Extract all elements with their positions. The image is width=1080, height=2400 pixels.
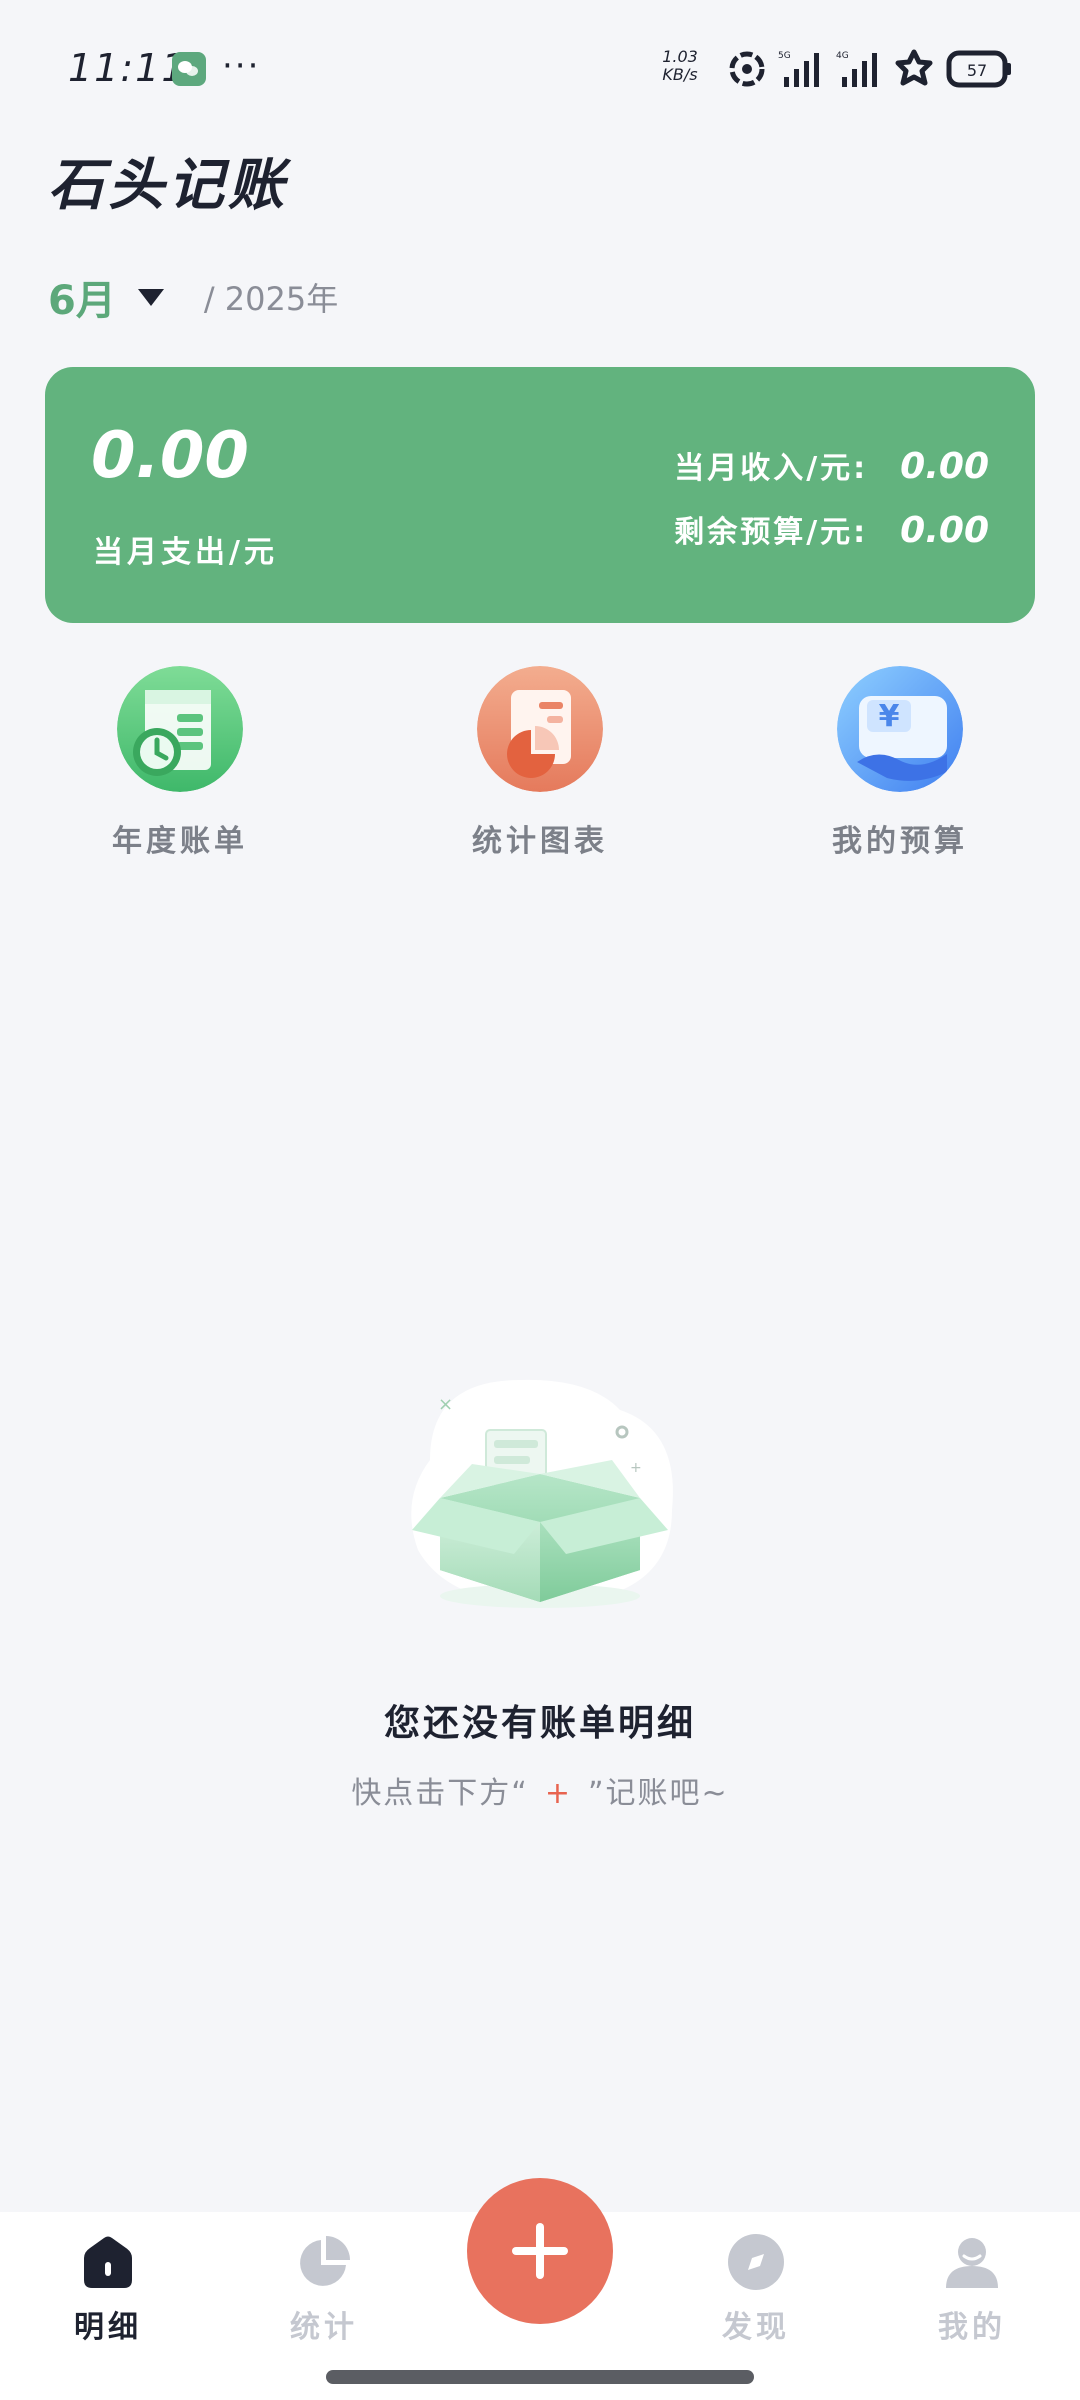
budget-row: 剩余预算/元: 0.00 bbox=[674, 507, 989, 551]
pie-chart-icon bbox=[300, 2236, 350, 2286]
hotspot-icon bbox=[729, 51, 765, 87]
app-title: 石头记账 bbox=[48, 153, 288, 218]
empty-state-title: 您还没有账单明细 bbox=[383, 1703, 696, 1744]
nav-item-detail[interactable]: 明细 bbox=[38, 2232, 178, 2346]
income-label: 当月收入/元: bbox=[674, 451, 869, 486]
budget-icon: ¥ bbox=[837, 666, 963, 792]
svg-text:¥: ¥ bbox=[879, 699, 900, 734]
hint-text-before: 快点击下方“ bbox=[351, 1776, 529, 1811]
year-label: / 2025年 bbox=[203, 280, 339, 318]
signal-5g-label: 5G bbox=[778, 51, 791, 61]
empty-box-illustration: × + bbox=[390, 1370, 690, 1630]
hint-plus-symbol: + bbox=[544, 1776, 572, 1811]
plus-icon bbox=[512, 2223, 568, 2279]
shortcut-label: 统计图表 bbox=[472, 824, 608, 859]
status-time: 11:11 bbox=[68, 46, 188, 90]
expense-value: 0.00 bbox=[91, 419, 249, 493]
net-speed: 1.03 KB/s bbox=[656, 48, 704, 84]
chart-icon bbox=[477, 666, 603, 792]
battery-level: 57 bbox=[967, 61, 987, 80]
nav-label-mine: 我的 bbox=[938, 2310, 1006, 2345]
expense-label: 当月支出/元 bbox=[93, 535, 278, 570]
nav-item-stats[interactable]: 统计 bbox=[254, 2232, 394, 2346]
income-value: 0.00 bbox=[900, 446, 989, 487]
nav-item-discover[interactable]: 发现 bbox=[686, 2232, 826, 2346]
nav-label-stats: 统计 bbox=[290, 2310, 358, 2345]
shortcut-annual-bill[interactable]: 年度账单 bbox=[90, 666, 270, 860]
more-notifications-icon: ··· bbox=[222, 46, 261, 86]
wechat-notification-icon bbox=[172, 52, 206, 86]
nav-item-mine[interactable]: 我的 bbox=[902, 2232, 1042, 2346]
shortcut-label: 我的预算 bbox=[832, 824, 968, 859]
budget-label: 剩余预算/元: bbox=[674, 515, 869, 550]
annual-bill-icon bbox=[117, 666, 243, 792]
caret-down-icon bbox=[137, 288, 164, 306]
flower-icon bbox=[895, 49, 933, 86]
month-selector[interactable]: 6月 / 2025年 bbox=[48, 268, 338, 326]
shortcut-stats-chart[interactable]: 统计图表 bbox=[450, 666, 630, 860]
home-indicator[interactable] bbox=[326, 2370, 754, 2384]
signal-5g-icon: 5G bbox=[778, 51, 819, 87]
net-speed-unit: KB/s bbox=[662, 65, 698, 84]
signal-4g-icon: 4G bbox=[836, 51, 877, 87]
budget-value: 0.00 bbox=[900, 510, 989, 551]
monthly-summary-card: 0.00 当月支出/元 当月收入/元: 0.00 剩余预算/元: 0.00 bbox=[45, 367, 1035, 623]
shortcut-my-budget[interactable]: ¥ 我的预算 bbox=[810, 666, 990, 860]
status-icons: 5G 4G 57 bbox=[728, 44, 1012, 94]
shortcut-label: 年度账单 bbox=[112, 824, 248, 859]
svg-text:+: + bbox=[630, 1460, 642, 1476]
user-icon bbox=[946, 2238, 998, 2288]
compass-icon bbox=[728, 2234, 784, 2290]
status-bar: 11:11 ··· 1.03 KB/s 5G 4G 57 bbox=[0, 0, 1080, 140]
net-speed-value: 1.03 bbox=[662, 47, 698, 66]
svg-text:×: × bbox=[438, 1394, 453, 1415]
month-label: 6月 bbox=[48, 278, 116, 324]
hint-text-after: ”记账吧~ bbox=[588, 1776, 729, 1811]
nav-label-discover: 发现 bbox=[722, 2310, 790, 2345]
add-record-button[interactable] bbox=[467, 2178, 613, 2324]
signal-4g-label: 4G bbox=[836, 51, 849, 61]
nav-label-detail: 明细 bbox=[74, 2310, 142, 2345]
income-row: 当月收入/元: 0.00 bbox=[674, 443, 989, 487]
battery-icon: 57 bbox=[946, 50, 1011, 88]
empty-state-hint: 快点击下方“ + ”记账吧~ bbox=[0, 1768, 1080, 1812]
home-icon bbox=[84, 2236, 132, 2288]
